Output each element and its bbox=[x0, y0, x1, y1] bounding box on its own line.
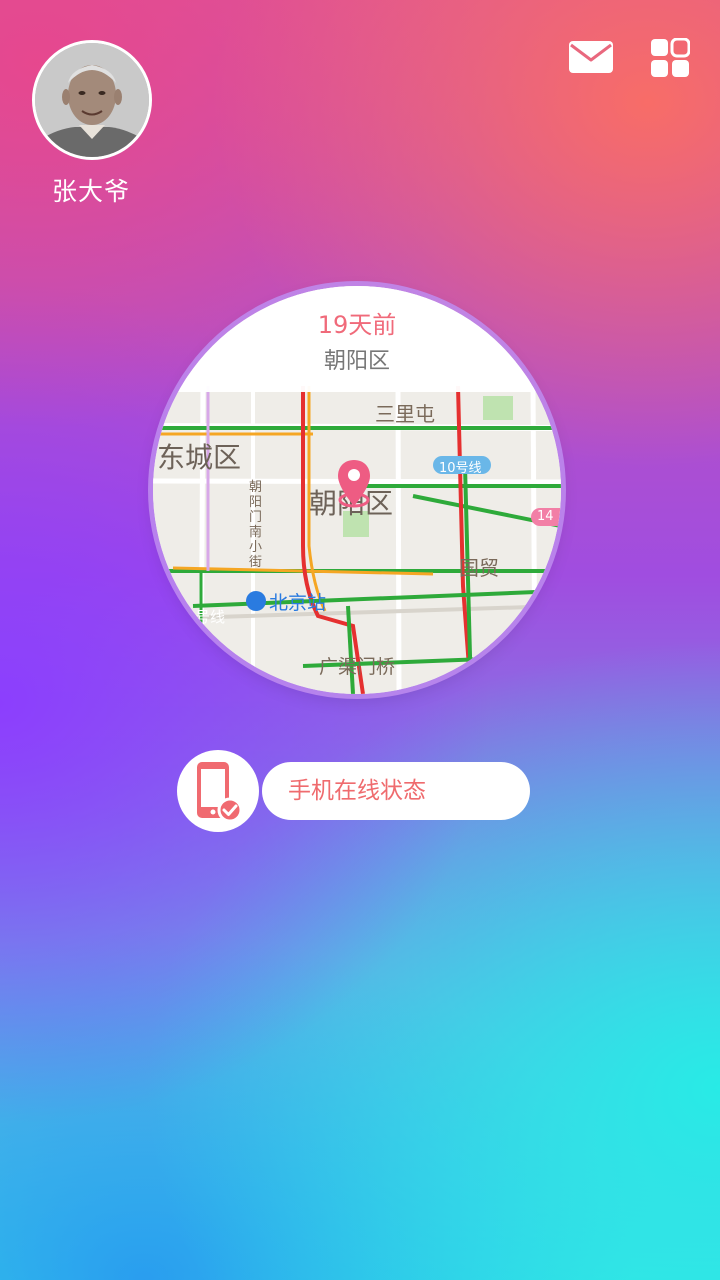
district-name: 朝阳区 bbox=[323, 349, 390, 374]
map-label-street: 朝阳门南小街 bbox=[249, 480, 263, 570]
avatar[interactable] bbox=[32, 40, 152, 160]
map-label-line14: 14 bbox=[537, 509, 554, 524]
map-label-sanlitun: 三里屯 bbox=[375, 402, 435, 426]
location-map[interactable]: 19天前 朝阳区 三里屯 东城区 朝阳区 10号线 14 朝阳门南小街 国贸 北… bbox=[153, 286, 561, 694]
map-label-line10: 10号线 bbox=[439, 461, 482, 476]
location-info: 19天前 朝阳区 bbox=[153, 286, 561, 392]
phone-status-label: 手机在线状态 bbox=[288, 778, 426, 804]
map-label-guangqumen: 广渠门桥 bbox=[319, 656, 396, 678]
user-name: 张大爷 bbox=[51, 177, 130, 206]
map-label-dongcheng: 东城区 bbox=[157, 441, 242, 474]
last-seen-time: 19天前 bbox=[317, 311, 397, 339]
grid-icon[interactable] bbox=[650, 37, 691, 78]
user-profile[interactable]: 张大爷 bbox=[32, 40, 152, 208]
phone-status-button[interactable]: 手机在线状态 bbox=[262, 762, 530, 820]
phone-status-icon-button[interactable] bbox=[177, 750, 259, 832]
map-label-line-fragment: 号线 bbox=[195, 608, 226, 626]
phone-check-icon bbox=[197, 762, 243, 823]
map-label-beijing-station: 北京站 bbox=[269, 592, 327, 614]
map-label-guomao: 国贸 bbox=[459, 556, 499, 580]
location-pin-icon bbox=[335, 458, 373, 514]
envelope-icon[interactable] bbox=[568, 38, 614, 78]
